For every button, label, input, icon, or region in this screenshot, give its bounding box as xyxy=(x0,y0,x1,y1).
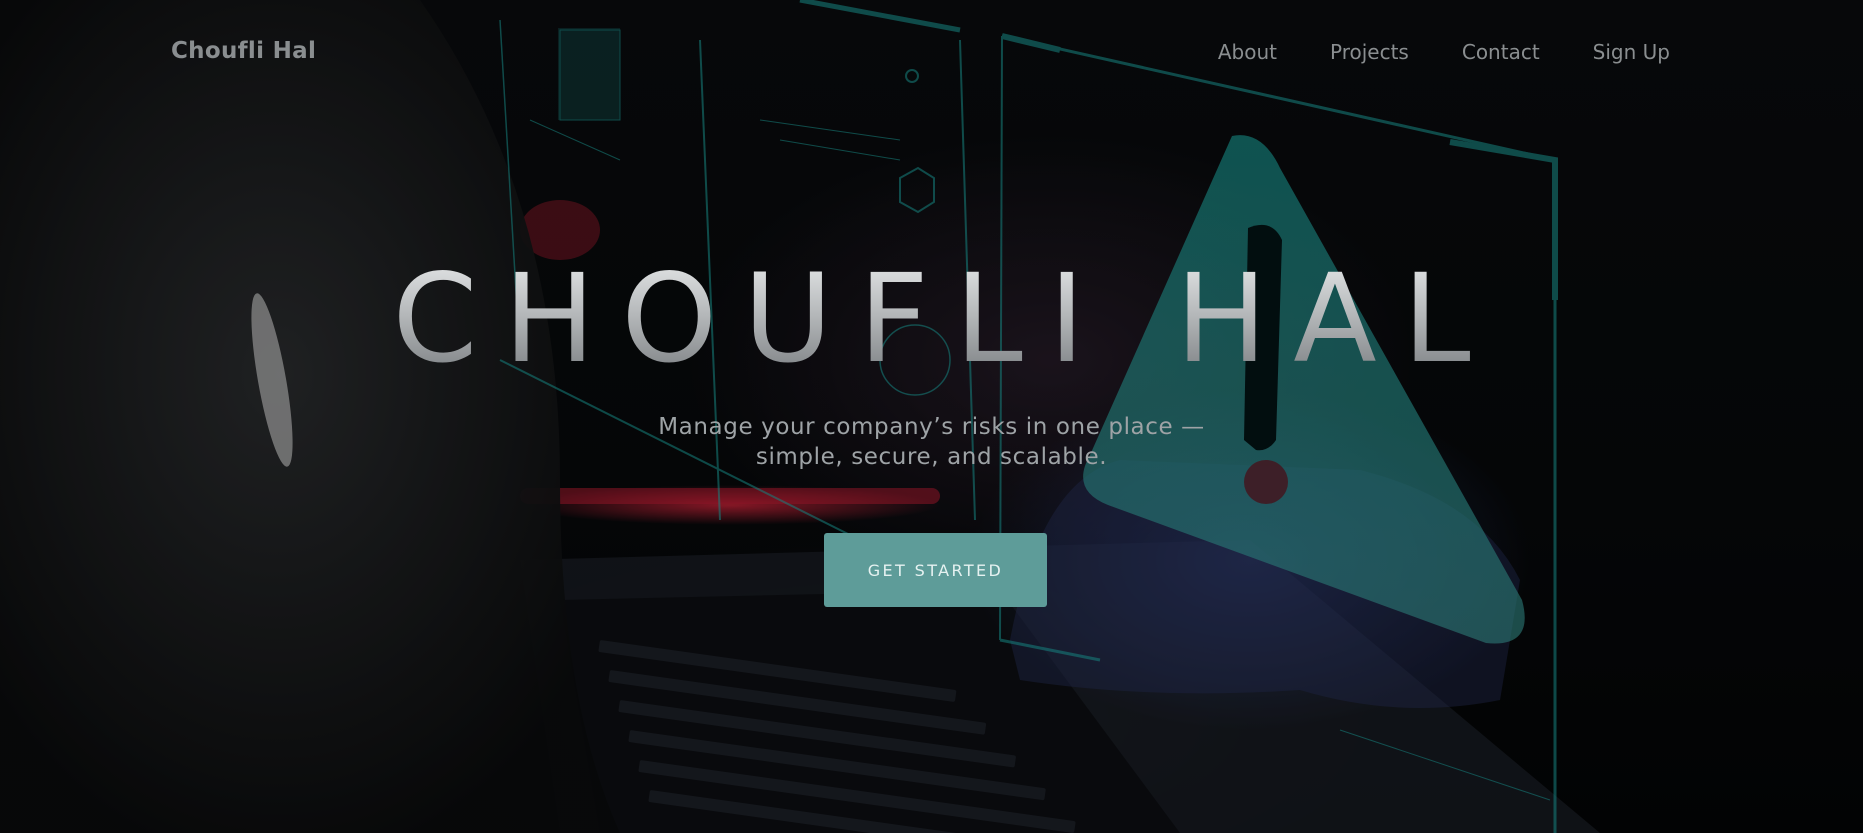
nav-link-contact[interactable]: Contact xyxy=(1462,40,1540,64)
top-nav: About Projects Contact Sign Up xyxy=(1165,40,1670,64)
brand-logo[interactable]: Choufli Hal xyxy=(171,38,316,64)
nav-link-about[interactable]: About xyxy=(1218,40,1277,64)
hero-title: CHOUFLI HAL xyxy=(0,258,1863,380)
hero-subtitle-line-2: simple, secure, and scalable. xyxy=(755,444,1108,470)
hero-subtitle: Manage your company’s risks in one place… xyxy=(0,412,1863,472)
nav-link-projects[interactable]: Projects xyxy=(1330,40,1409,64)
hero-section: Choufli Hal About Projects Contact Sign … xyxy=(0,0,1863,833)
nav-link-sign-up[interactable]: Sign Up xyxy=(1593,40,1670,64)
hero-subtitle-line-1: Manage your company’s risks in one place… xyxy=(658,414,1205,440)
get-started-button[interactable]: GET STARTED xyxy=(824,533,1047,607)
